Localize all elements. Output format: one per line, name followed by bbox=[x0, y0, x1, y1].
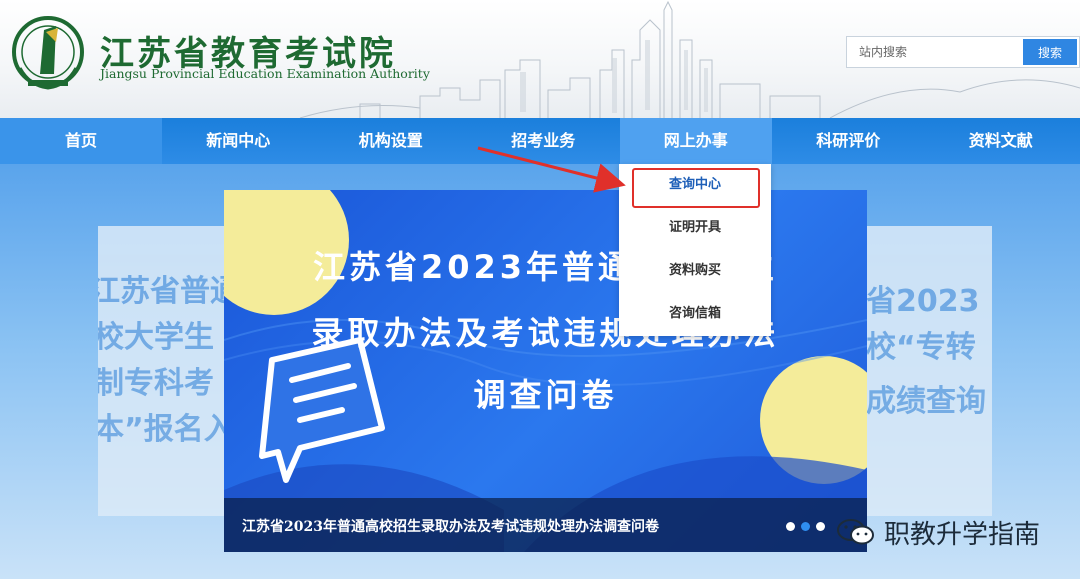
side-slide-right[interactable]: 省2023 校“专转 成绩查询 bbox=[862, 226, 992, 516]
side-right-line: 校“专转 bbox=[866, 330, 976, 365]
nav-item-organization[interactable]: 机构设置 bbox=[315, 118, 468, 164]
search-input[interactable] bbox=[847, 37, 1023, 67]
side-right-line: 成绩查询 bbox=[866, 384, 986, 419]
side-left-line: 校大学生 bbox=[98, 320, 214, 355]
nav-item-research[interactable]: 科研评价 bbox=[772, 118, 925, 164]
search-button[interactable]: 搜索 bbox=[1023, 39, 1077, 65]
side-slide-left[interactable]: 江苏省普通 校大学生 制专科考 本”报名入 bbox=[98, 226, 228, 516]
menu-item-certificate[interactable]: 证明开具 bbox=[619, 207, 771, 249]
menu-item-purchase-materials[interactable]: 资料购买 bbox=[619, 250, 771, 292]
wechat-watermark: 职教升学指南 bbox=[836, 512, 1040, 552]
logo-emblem-icon bbox=[12, 16, 84, 90]
menu-item-query-center[interactable]: 查询中心 bbox=[619, 164, 771, 206]
side-left-line: 制专科考 bbox=[98, 366, 214, 401]
nav-item-home[interactable]: 首页 bbox=[0, 118, 162, 164]
side-right-line: 省2023 bbox=[866, 284, 980, 319]
watermark-text: 职教升学指南 bbox=[884, 519, 1041, 550]
search-box: 搜索 bbox=[846, 36, 1080, 68]
slide-caption[interactable]: 江苏省2023年普通高校招生录取办法及考试违规处理办法调查问卷 bbox=[242, 516, 659, 536]
nav-item-online-services[interactable]: 网上办事 bbox=[619, 118, 772, 164]
carousel-dot[interactable] bbox=[816, 522, 825, 531]
online-services-dropdown: 查询中心 证明开具 资料购买 咨询信箱 bbox=[619, 164, 771, 336]
carousel-dot[interactable] bbox=[786, 522, 795, 531]
slide-caption-bar: 江苏省2023年普通高校招生录取办法及考试违规处理办法调查问卷 bbox=[224, 498, 867, 552]
side-left-line: 本”报名入 bbox=[98, 412, 228, 447]
carousel-dots bbox=[786, 522, 825, 531]
nav-item-news[interactable]: 新闻中心 bbox=[162, 118, 315, 164]
slide-title-line-3: 调查问卷 bbox=[473, 376, 618, 414]
nav-item-documents[interactable]: 资料文献 bbox=[925, 118, 1078, 164]
nav-item-exam-business[interactable]: 招考业务 bbox=[467, 118, 620, 164]
carousel-dot-active[interactable] bbox=[801, 522, 810, 531]
main-nav: 首页 新闻中心 机构设置 招考业务 网上办事 科研评价 资料文献 bbox=[0, 118, 1080, 164]
site-subtitle: Jiangsu Provincial Education Examination… bbox=[100, 66, 430, 81]
menu-item-consult-mailbox[interactable]: 咨询信箱 bbox=[619, 293, 771, 335]
site-header: 江苏省教育考试院 Jiangsu Provincial Education Ex… bbox=[0, 0, 1080, 118]
side-left-line: 江苏省普通 bbox=[98, 274, 228, 309]
wechat-icon bbox=[837, 519, 874, 545]
